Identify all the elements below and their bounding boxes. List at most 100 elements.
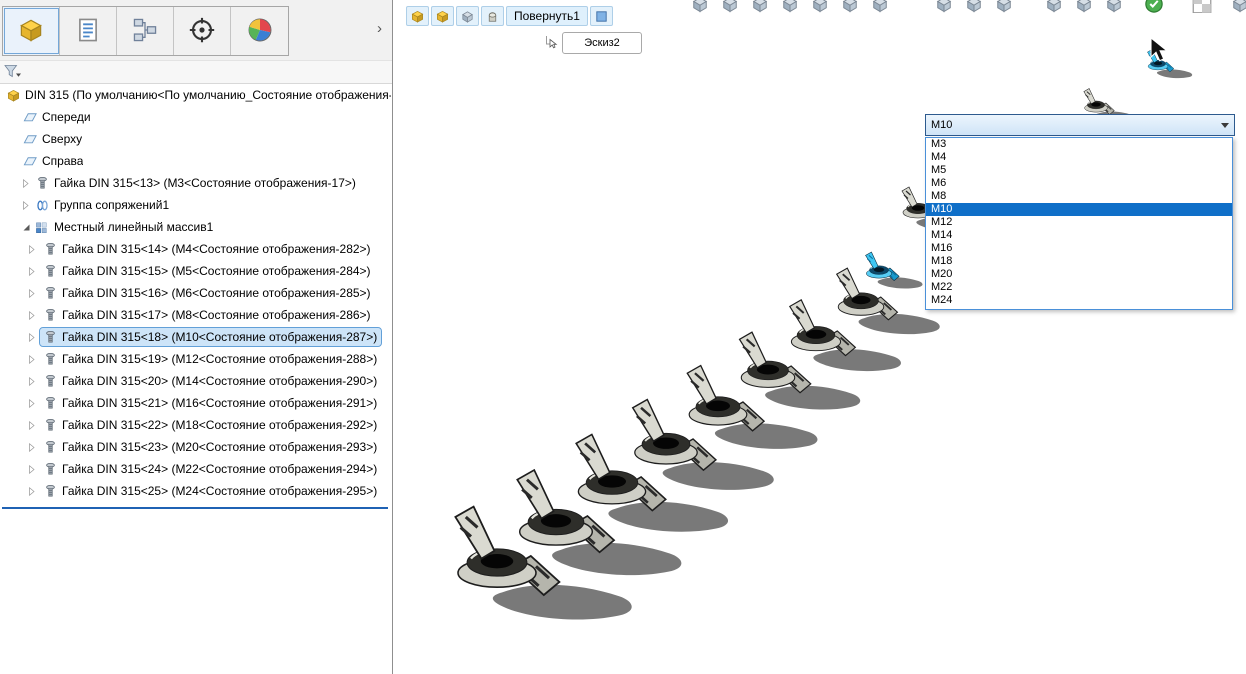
tab-featuremanager[interactable] (3, 7, 60, 55)
tree-item-label: Гайка DIN 315<23> (M20<Состояние отображ… (62, 440, 378, 454)
tree-item-nut-23[interactable]: Гайка DIN 315<23> (M20<Состояние отображ… (0, 436, 391, 458)
breadcrumb-sketch-icon[interactable] (589, 6, 613, 26)
tree-item-linear-pattern[interactable]: Местный линейный массив1 (0, 216, 391, 238)
tree-item-nut-25[interactable]: Гайка DIN 315<25> (M24<Состояние отображ… (0, 480, 391, 502)
panel-tab-bar: › (0, 0, 392, 61)
dropdown-option-m18[interactable]: M18 (926, 255, 1232, 268)
dropdown-option-m14[interactable]: M14 (926, 229, 1232, 242)
expand-arrow-icon[interactable] (22, 199, 34, 211)
dropdown-option-m3[interactable]: M3 (926, 138, 1232, 151)
expand-arrow-icon[interactable] (28, 287, 40, 299)
toolbar-cube-icon[interactable] (990, 0, 1020, 13)
tab-dimxpertmanager[interactable] (174, 7, 231, 55)
tree-item-nut-14[interactable]: Гайка DIN 315<14> (M4<Состояние отображе… (0, 238, 391, 260)
expand-arrow-icon[interactable] (28, 243, 40, 255)
tree-item-plane-front[interactable]: Спереди (0, 106, 391, 128)
dropdown-option-m12[interactable]: M12 (926, 216, 1232, 229)
tree-item-nut-16[interactable]: Гайка DIN 315<16> (M6<Состояние отображе… (0, 282, 391, 304)
nut-part-icon (42, 439, 58, 455)
toolbar-cube-icon[interactable] (1226, 0, 1246, 13)
dropdown-option-m4[interactable]: M4 (926, 151, 1232, 164)
toolbar-cube-icon[interactable] (866, 0, 896, 13)
breadcrumb-part-icon[interactable] (431, 6, 454, 26)
dropdown-option-m10[interactable]: M10 (926, 203, 1232, 216)
dropdown-option-m22[interactable]: M22 (926, 281, 1232, 294)
tree-item-nut-20[interactable]: Гайка DIN 315<20> (M14<Состояние отображ… (0, 370, 391, 392)
nut-part-icon (42, 263, 58, 279)
tree-item-nut-18-selected[interactable]: Гайка DIN 315<18> (M10<Состояние отображ… (0, 326, 391, 348)
expand-arrow-icon[interactable] (28, 441, 40, 453)
dropdown-option-m24[interactable]: M24 (926, 294, 1232, 307)
panel-more-chevron[interactable]: › (377, 20, 382, 37)
propertymanager-icon (75, 17, 101, 46)
toolbar-cube-icon[interactable] (836, 0, 866, 13)
tab-configurationmanager[interactable] (117, 7, 174, 55)
tree-item-plane-right[interactable]: Справа (0, 150, 391, 172)
dropdown-option-m16[interactable]: M16 (926, 242, 1232, 255)
toolbar-cube-icon[interactable] (930, 0, 960, 13)
toolbar-cube-icon[interactable] (776, 0, 806, 13)
toolbar-green-check-icon[interactable] (1140, 0, 1170, 13)
nut-part-icon (42, 351, 58, 367)
tree-item-nut-21[interactable]: Гайка DIN 315<21> (M16<Состояние отображ… (0, 392, 391, 414)
tree-item-nut-22[interactable]: Гайка DIN 315<22> (M18<Состояние отображ… (0, 414, 391, 436)
toolbar-cube-icon[interactable] (960, 0, 990, 13)
chevron-down-icon (1221, 123, 1229, 128)
breadcrumb-feature-icon[interactable] (481, 6, 504, 26)
toolbar-cube-icon[interactable] (716, 0, 746, 13)
nut-part-icon (34, 175, 50, 191)
toolbar-cube-icon[interactable] (1100, 0, 1130, 13)
tree-item-label: Гайка DIN 315<14> (M4<Состояние отображе… (62, 242, 371, 256)
toolbar-cube-icon[interactable] (686, 0, 716, 13)
linear-pattern-icon (34, 219, 50, 235)
expand-arrow-icon[interactable] (28, 419, 40, 431)
collapse-arrow-icon[interactable] (22, 221, 34, 233)
expand-arrow-icon[interactable] (28, 375, 40, 387)
dropdown-option-m5[interactable]: M5 (926, 164, 1232, 177)
breadcrumb-assembly-icon[interactable] (406, 6, 429, 26)
dropdown-option-m6[interactable]: M6 (926, 177, 1232, 190)
nut-part-icon (42, 307, 58, 323)
sketch-label[interactable]: Эскиз2 (562, 32, 642, 54)
expand-arrow-icon[interactable] (28, 353, 40, 365)
dropdown-option-m8[interactable]: M8 (926, 190, 1232, 203)
tree-item-nut-13[interactable]: Гайка DIN 315<13> (M3<Состояние отображе… (0, 172, 391, 194)
tab-displaymanager[interactable] (231, 7, 288, 55)
toolbar-cube-icon[interactable] (1040, 0, 1070, 13)
expand-arrow-icon[interactable] (22, 177, 34, 189)
tree-item-nut-19[interactable]: Гайка DIN 315<19> (M12<Состояние отображ… (0, 348, 391, 370)
expand-arrow-icon[interactable] (28, 331, 40, 343)
wing-nut-selected-m10[interactable] (865, 251, 924, 290)
expand-arrow-icon[interactable] (28, 309, 40, 321)
tree-item-label: Гайка DIN 315<21> (M16<Состояние отображ… (62, 396, 378, 410)
tree-item-plane-top[interactable]: Сверху (0, 128, 391, 150)
tab-propertymanager[interactable] (60, 7, 117, 55)
toolbar-cube-icon[interactable] (746, 0, 776, 13)
solidworks-window: › DIN 315 (По умолчанию<По умолчанию_Сос… (0, 0, 1246, 674)
model-scene[interactable]: .nut-blue{--w1:#3ec6f2;--w2:#1899cc;--fl… (394, 0, 1246, 674)
tree-item-mates-group[interactable]: Группа сопряжений1 (0, 194, 391, 216)
tree-item-label: DIN 315 (По умолчанию<По умолчанию_Состо… (25, 88, 391, 102)
expand-arrow-icon[interactable] (28, 265, 40, 277)
plane-icon (22, 109, 38, 125)
graphics-area[interactable]: .nut-blue{--w1:#3ec6f2;--w2:#1899cc;--fl… (394, 0, 1246, 674)
tree-item-nut-15[interactable]: Гайка DIN 315<15> (M5<Состояние отображе… (0, 260, 391, 282)
expand-arrow-icon[interactable] (28, 485, 40, 497)
filter-funnel-icon[interactable] (4, 64, 22, 81)
expand-arrow-icon[interactable] (28, 397, 40, 409)
tree-item-nut-24[interactable]: Гайка DIN 315<24> (M22<Состояние отображ… (0, 458, 391, 480)
tree-item-root[interactable]: DIN 315 (По умолчанию<По умолчанию_Состо… (0, 84, 391, 106)
selection-breadcrumb: Повернуть1 (406, 6, 613, 26)
toolbar-cube-icon[interactable] (1070, 0, 1100, 13)
expand-arrow-icon[interactable] (28, 463, 40, 475)
dropdown-option-m20[interactable]: M20 (926, 268, 1232, 281)
breadcrumb-body-icon[interactable] (456, 6, 479, 26)
tree-item-nut-17[interactable]: Гайка DIN 315<17> (M8<Состояние отображе… (0, 304, 391, 326)
tree-item-label: Местный линейный массив1 (54, 220, 214, 234)
size-dropdown[interactable]: M10 (925, 114, 1235, 136)
breadcrumb-feature-label[interactable]: Повернуть1 (506, 6, 588, 26)
toolbar-appearance-icon[interactable] (1188, 0, 1218, 13)
toolbar-cube-icon[interactable] (806, 0, 836, 13)
tree-item-label: Гайка DIN 315<13> (M3<Состояние отображе… (54, 176, 356, 190)
tree-item-label: Гайка DIN 315<16> (M6<Состояние отображе… (62, 286, 371, 300)
